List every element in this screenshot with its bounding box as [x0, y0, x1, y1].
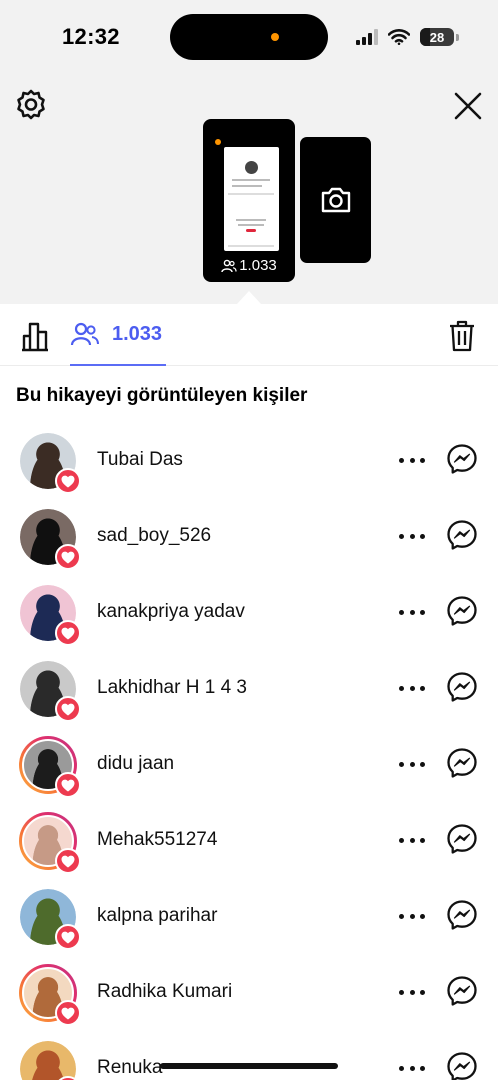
viewer-list: Tubai Das sad_boy_526 kanakpriya yadav Lakh… [0, 422, 498, 1080]
avatar-container[interactable] [19, 1040, 81, 1080]
cellular-signal-icon [356, 29, 378, 45]
viewer-username[interactable]: kalpna parihar [97, 905, 217, 927]
tab-viewers-count: 1.033 [112, 322, 163, 345]
dynamic-island [170, 14, 328, 60]
section-title: Bu hikayeyi görüntüleyen kişiler [16, 385, 308, 406]
preview-line [238, 224, 264, 226]
heart-icon [55, 848, 81, 874]
preview-avatar [245, 161, 258, 174]
more-horizontal-icon[interactable] [399, 904, 425, 928]
more-horizontal-icon[interactable] [399, 752, 425, 776]
messenger-icon[interactable] [446, 443, 478, 475]
bar-chart-icon[interactable] [20, 320, 50, 352]
viewer-row[interactable]: Tubai Das [0, 422, 498, 498]
status-time: 12:32 [62, 24, 120, 49]
viewer-username[interactable]: Tubai Das [97, 449, 183, 471]
messenger-icon[interactable] [446, 899, 478, 931]
avatar-container[interactable] [19, 508, 81, 570]
people-icon [221, 259, 237, 272]
add-story-camera-card[interactable] [300, 137, 371, 263]
viewer-row[interactable]: Lakhidhar H 1 4 3 [0, 650, 498, 726]
viewer-username[interactable]: Radhika Kumari [97, 981, 232, 1003]
avatar-container[interactable] [19, 888, 81, 950]
messenger-icon[interactable] [446, 823, 478, 855]
heart-icon [55, 1000, 81, 1026]
battery-nub [456, 33, 459, 41]
wifi-icon [388, 29, 410, 45]
story-viewer-count-text: 1.033 [239, 257, 277, 274]
status-icons: 28 [356, 26, 459, 48]
recording-indicator-dot [215, 139, 221, 145]
avatar-container[interactable] [19, 432, 81, 494]
story-header: 1.033 [0, 72, 498, 304]
viewer-row[interactable]: sad_boy_526 [0, 498, 498, 574]
messenger-icon[interactable] [446, 595, 478, 627]
viewer-username[interactable]: Lakhidhar H 1 4 3 [97, 677, 247, 699]
heart-icon [55, 620, 81, 646]
avatar-container[interactable] [19, 736, 81, 798]
avatar-container[interactable] [19, 812, 81, 874]
story-thumbnail-current[interactable]: 1.033 [203, 119, 295, 282]
preview-button [246, 229, 256, 232]
avatar-container[interactable] [19, 584, 81, 646]
status-bar: 12:32 28 [0, 0, 498, 72]
heart-icon [55, 924, 81, 950]
people-icon [70, 322, 99, 346]
avatar [20, 1041, 76, 1080]
messenger-icon[interactable] [446, 1051, 478, 1080]
story-viewer-count: 1.033 [203, 257, 295, 274]
heart-icon [55, 544, 81, 570]
viewer-row[interactable]: Radhika Kumari [0, 954, 498, 1030]
more-horizontal-icon[interactable] [399, 448, 425, 472]
heart-icon [55, 772, 81, 798]
viewer-username[interactable]: Renuka [97, 1057, 163, 1079]
messenger-icon[interactable] [446, 975, 478, 1007]
viewer-row[interactable]: kalpna parihar [0, 878, 498, 954]
close-icon[interactable] [452, 90, 484, 122]
privacy-indicator-dot [271, 33, 279, 41]
viewer-tabs: 1.033 [0, 304, 498, 366]
avatar-container[interactable] [19, 964, 81, 1026]
heart-icon [55, 468, 81, 494]
preview-line [232, 185, 262, 187]
avatar-image [20, 1041, 76, 1080]
story-preview-screen [224, 147, 279, 251]
trash-icon[interactable] [449, 320, 475, 352]
viewer-username[interactable]: didu jaan [97, 753, 174, 775]
story-viewers-screen: 12:32 28 1.033 1.033 Bu hikayeyi görüntü… [0, 0, 498, 1080]
home-indicator [160, 1063, 338, 1069]
preview-line [228, 193, 274, 195]
more-horizontal-icon[interactable] [399, 828, 425, 852]
messenger-icon[interactable] [446, 519, 478, 551]
battery-icon: 28 [420, 28, 454, 46]
more-horizontal-icon[interactable] [399, 600, 425, 624]
gear-icon[interactable] [14, 88, 48, 122]
more-horizontal-icon[interactable] [399, 980, 425, 1004]
preview-line [232, 179, 270, 181]
viewer-row[interactable]: Renuka [0, 1030, 498, 1080]
battery-level-text: 28 [429, 29, 445, 45]
preview-line [228, 245, 274, 247]
preview-line [236, 219, 266, 221]
more-horizontal-icon[interactable] [399, 524, 425, 548]
heart-icon [55, 696, 81, 722]
avatar-container[interactable] [19, 660, 81, 722]
battery-level-fill [420, 28, 430, 46]
messenger-icon[interactable] [446, 671, 478, 703]
messenger-icon[interactable] [446, 747, 478, 779]
viewer-username[interactable]: kanakpriya yadav [97, 601, 245, 623]
camera-icon [321, 187, 350, 213]
viewer-username[interactable]: Mehak551274 [97, 829, 217, 851]
more-horizontal-icon[interactable] [399, 676, 425, 700]
viewer-row[interactable]: Mehak551274 [0, 802, 498, 878]
more-horizontal-icon[interactable] [399, 1056, 425, 1080]
tab-viewers[interactable]: 1.033 [70, 304, 166, 366]
selected-story-pointer [237, 291, 261, 304]
viewer-row[interactable]: didu jaan [0, 726, 498, 802]
viewer-row[interactable]: kanakpriya yadav [0, 574, 498, 650]
viewer-username[interactable]: sad_boy_526 [97, 525, 211, 547]
